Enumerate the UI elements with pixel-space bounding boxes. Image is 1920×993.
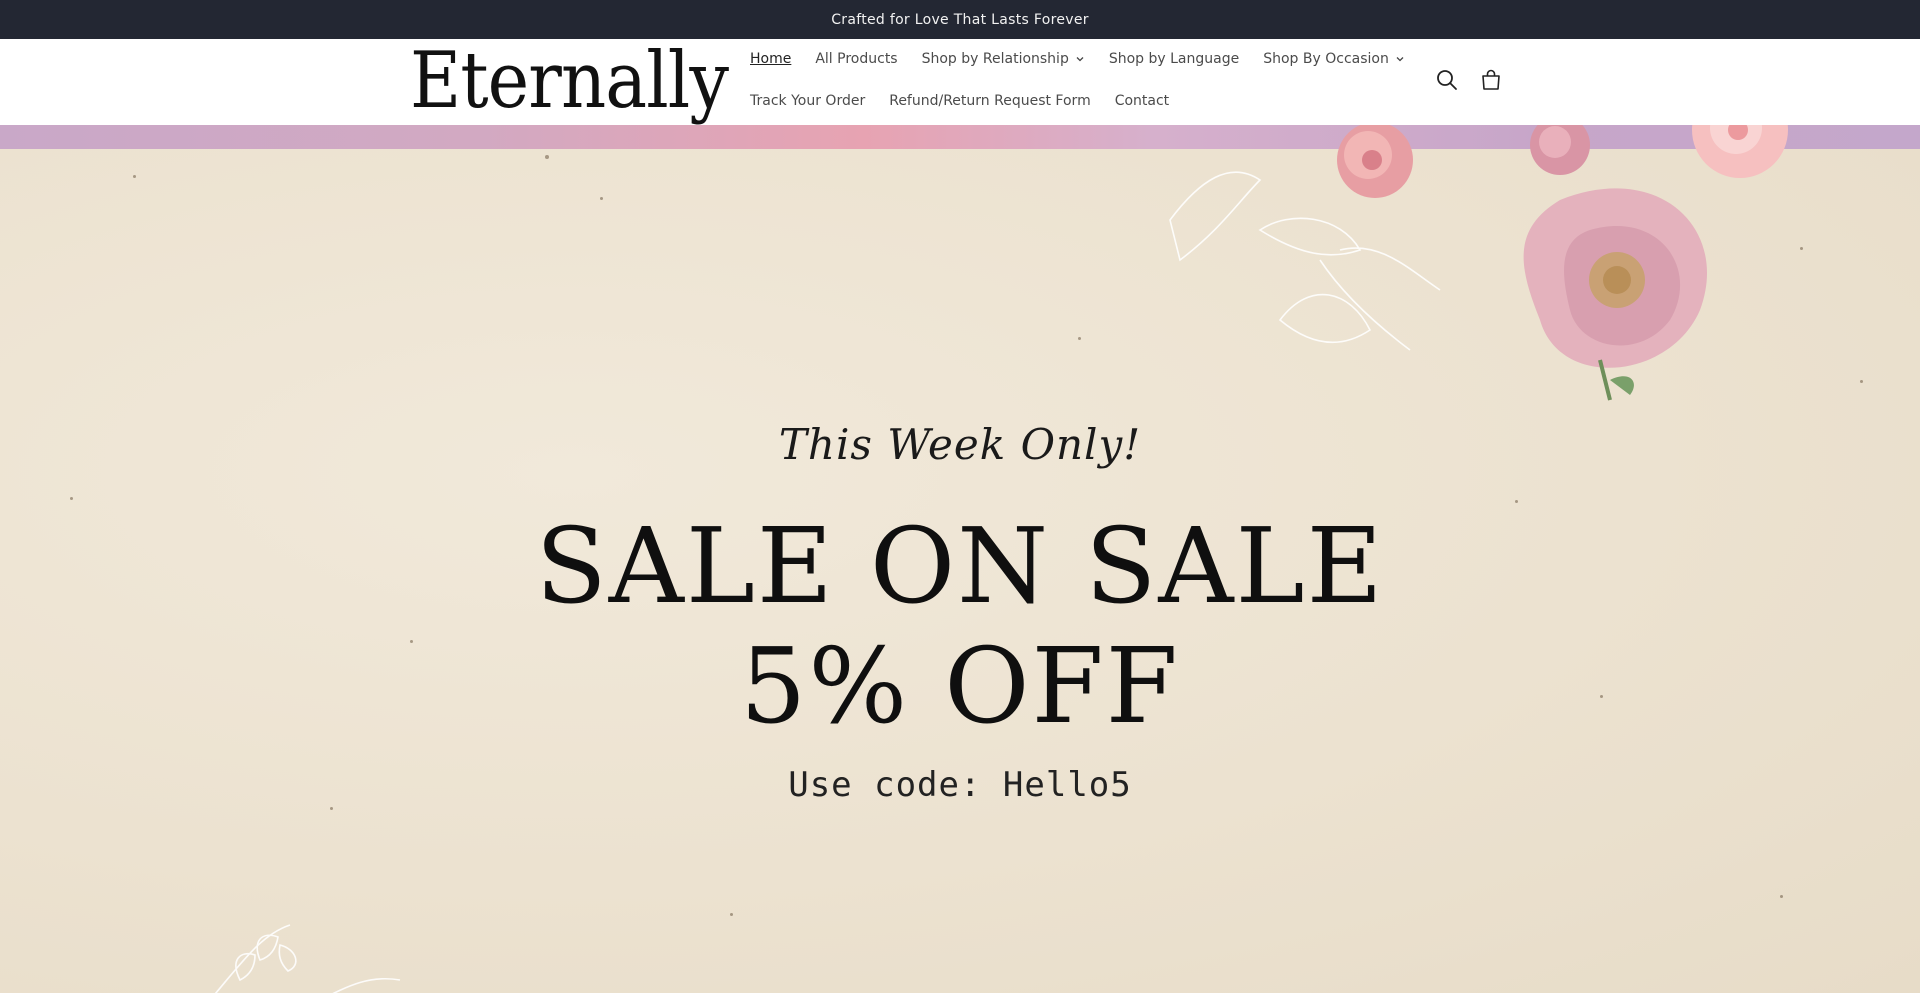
paper-speck <box>330 807 333 810</box>
nav-refund-return-form-label: Refund/Return Request Form <box>889 93 1091 109</box>
nav-refund-return-form[interactable]: Refund/Return Request Form <box>889 93 1090 109</box>
paper-speck <box>545 155 549 159</box>
paper-speck <box>1515 500 1518 503</box>
nav-contact-label: Contact <box>1114 93 1170 109</box>
hero-tagline: This Week Only! <box>778 420 1142 469</box>
paper-speck <box>1780 895 1783 898</box>
search-icon[interactable] <box>1434 67 1460 93</box>
chevron-down-icon <box>1076 57 1084 62</box>
nav-shop-by-occasion[interactable]: Shop By Occasion <box>1263 51 1405 67</box>
nav-home-label: Home <box>750 51 792 67</box>
nav-shop-by-occasion-label: Shop By Occasion <box>1263 51 1389 67</box>
paper-speck <box>600 197 603 200</box>
nav-shop-by-relationship-label: Shop by Relationship <box>921 51 1069 67</box>
announcement-bar: Crafted for Love That Lasts Forever <box>0 0 1920 39</box>
floral-illustration <box>1169 125 1788 401</box>
paper-speck <box>1078 337 1081 340</box>
site-header: Eternally Home All Products Shop by Rela… <box>0 39 1920 125</box>
nav-track-your-order-label: Track Your Order <box>750 93 866 109</box>
promo-code-text: Use code: Hello5 <box>788 765 1132 805</box>
main-nav-row-2: Track Your Order Refund/Return Request F… <box>750 93 1193 109</box>
nav-contact[interactable]: Contact <box>1115 93 1169 109</box>
leaf-illustration <box>214 924 401 993</box>
main-nav-row-1: Home All Products Shop by Relationship S… <box>750 51 1429 67</box>
paper-speck <box>70 497 73 500</box>
chevron-down-icon <box>1396 57 1404 62</box>
nav-track-your-order[interactable]: Track Your Order <box>750 93 865 109</box>
paper-speck <box>730 913 733 916</box>
nav-shop-by-language-label: Shop by Language <box>1108 51 1240 67</box>
hero-banner: This Week Only! SALE ON SALE 5% OFF Use … <box>0 125 1920 993</box>
nav-shop-by-relationship[interactable]: Shop by Relationship <box>922 51 1085 67</box>
nav-shop-by-language[interactable]: Shop by Language <box>1109 51 1239 67</box>
hero-discount: 5% OFF <box>740 625 1180 747</box>
hero-headline: SALE ON SALE <box>535 505 1385 627</box>
cart-icon[interactable] <box>1478 67 1504 93</box>
nav-home[interactable]: Home <box>750 51 791 67</box>
site-logo[interactable]: Eternally <box>410 41 729 121</box>
nav-all-products-label: All Products <box>815 51 898 67</box>
nav-all-products[interactable]: All Products <box>815 51 897 67</box>
paper-speck <box>133 175 136 178</box>
paper-speck <box>1860 380 1863 383</box>
announcement-text: Crafted for Love That Lasts Forever <box>831 11 1089 28</box>
